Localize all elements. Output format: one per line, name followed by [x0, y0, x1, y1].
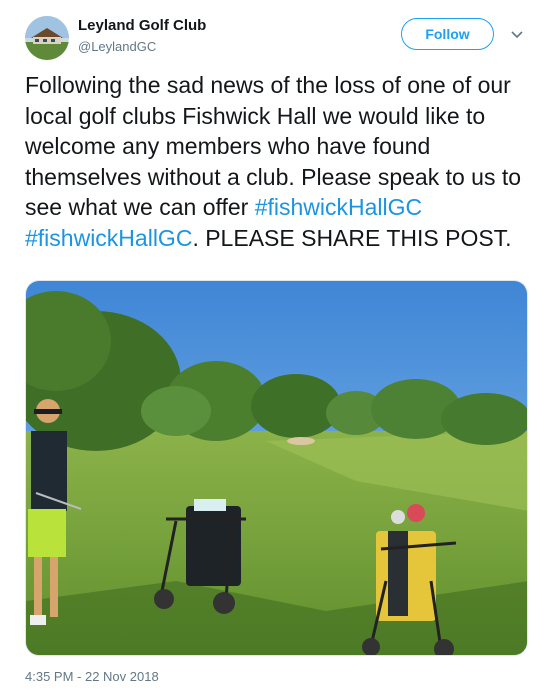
hashtag-link[interactable]: #fishwickHallGC — [25, 225, 192, 251]
tweet-text: Following the sad news of the loss of on… — [25, 70, 537, 254]
display-name[interactable]: Leyland Golf Club — [78, 17, 206, 34]
tweet-timestamp[interactable]: 4:35 PM - 22 Nov 2018 — [25, 669, 159, 684]
golf-course-photo — [26, 281, 527, 655]
user-handle[interactable]: @LeylandGC — [78, 39, 156, 54]
tweet-photo[interactable] — [25, 280, 528, 656]
clubhouse-avatar-image — [25, 16, 69, 60]
hashtag-link[interactable]: #fishwickHallGC — [255, 194, 422, 220]
follow-button[interactable]: Follow — [401, 18, 494, 50]
avatar[interactable] — [25, 16, 69, 60]
chevron-down-icon[interactable] — [510, 27, 524, 41]
tweet-body-text-end: . PLEASE SHARE THIS POST. — [192, 224, 512, 251]
